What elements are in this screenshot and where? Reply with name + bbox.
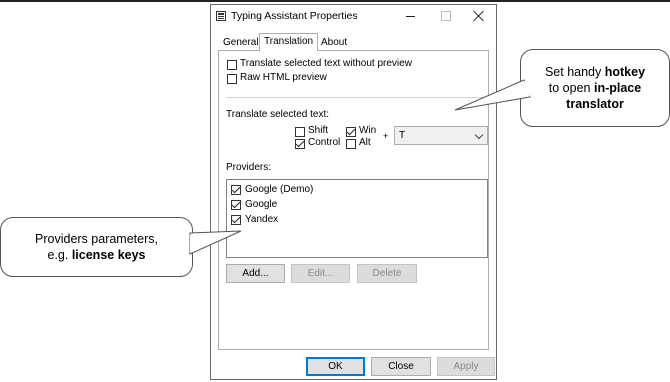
providers-callout-pointer — [189, 230, 242, 255]
callout-pointers — [189, 79, 531, 255]
hotkey-callout-pointer — [454, 79, 531, 111]
